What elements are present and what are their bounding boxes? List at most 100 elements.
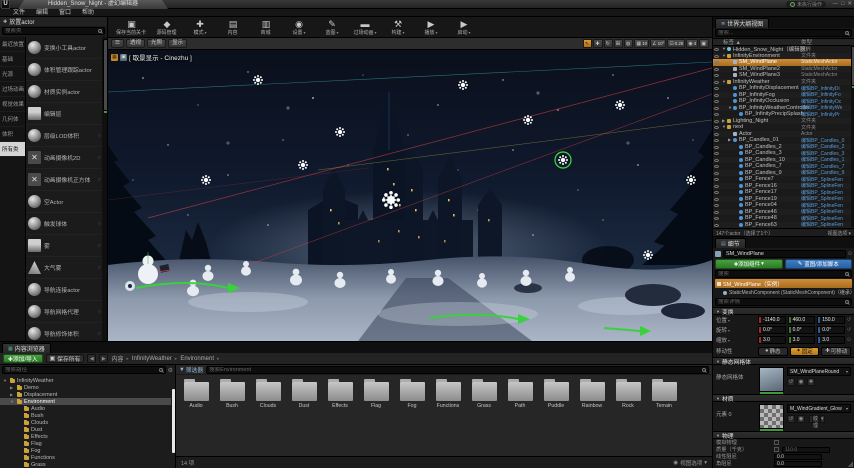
help-icon[interactable]: ○ xyxy=(97,177,101,183)
help-icon[interactable]: ○ xyxy=(97,221,101,227)
visibility-eye-icon[interactable] xyxy=(714,87,719,90)
cine-grid-icon[interactable]: ▦ xyxy=(111,53,118,61)
material-dropdown[interactable]: M_WindGradient_Glow ▾ xyxy=(787,404,851,413)
texture-dropdown[interactable]: 纹理 ▾ xyxy=(809,415,825,429)
dropdown-caret-icon[interactable]: ▾ xyxy=(337,30,339,35)
place-actor-item[interactable]: 导航网格代理 ○ xyxy=(26,301,102,323)
toolbar-button[interactable]: ⚒ 构建 ▾ xyxy=(385,19,411,36)
folder-tree-row[interactable]: Grass xyxy=(0,461,171,468)
place-actor-item[interactable]: 体积管理跟踪actor xyxy=(26,59,102,81)
folder-item[interactable]: Clouds xyxy=(251,379,285,450)
outliner-search[interactable] xyxy=(715,29,852,37)
visibility-eye-icon[interactable] xyxy=(714,132,719,136)
visibility-eye-icon[interactable] xyxy=(714,145,719,149)
help-icon[interactable]: ○ xyxy=(97,309,101,315)
visibility-eye-icon[interactable] xyxy=(714,48,719,51)
place-actors-search-input[interactable] xyxy=(5,28,98,34)
folder-item[interactable]: Terrain xyxy=(647,379,681,450)
gear-icon[interactable]: ⚙ xyxy=(168,367,173,374)
place-actor-item[interactable]: 雾 ○ xyxy=(26,235,102,257)
place-actors-category[interactable]: 所有类 xyxy=(0,142,25,157)
folder-item[interactable]: Bush xyxy=(215,379,249,450)
static-mesh-thumbnail[interactable] xyxy=(759,367,784,394)
back-button[interactable]: ◀ xyxy=(87,354,97,363)
gizmo-button[interactable]: ◉ 4 xyxy=(686,39,699,48)
folder-tree-row[interactable]: Flag xyxy=(0,440,171,447)
visibility-eye-icon[interactable] xyxy=(714,67,719,71)
material-thumbnail[interactable] xyxy=(759,404,784,431)
visibility-eye-icon[interactable] xyxy=(714,171,719,175)
visibility-eye-icon[interactable] xyxy=(714,210,719,214)
folder-item[interactable]: Rock xyxy=(611,379,645,450)
gizmo-button[interactable]: ✚ xyxy=(593,39,603,48)
status-pill[interactable]: 未执行操作 xyxy=(785,1,826,8)
gizmo-button[interactable]: ↻ xyxy=(603,39,613,48)
menu-item[interactable]: 窗口 xyxy=(54,9,76,17)
checkbox[interactable] xyxy=(774,440,779,445)
place-actor-item[interactable]: 材质实例actor xyxy=(26,81,102,103)
path-search-input[interactable] xyxy=(5,367,159,373)
place-actor-item[interactable]: 空Actor xyxy=(26,191,102,213)
y-value-field[interactable]: 460.0 xyxy=(787,316,816,324)
folder-item[interactable]: Audio xyxy=(179,379,213,450)
dropdown-caret-icon[interactable]: ▾ xyxy=(375,30,377,35)
gizmo-button[interactable]: ⊞ xyxy=(613,39,623,48)
components-search[interactable] xyxy=(715,270,852,278)
place-actor-item[interactable]: 触发球体 ○ xyxy=(26,213,102,235)
y-value-field[interactable]: 3.0 xyxy=(787,336,816,344)
viewport-perspective-button[interactable]: 透视 xyxy=(125,39,145,48)
tab-content-browser[interactable]: ▦ 内容浏览器 xyxy=(2,343,51,353)
dropdown-caret-icon[interactable]: ▾ xyxy=(436,30,438,35)
gizmo-button[interactable]: ▣ xyxy=(699,39,709,48)
actor-type[interactable]: StaticMeshActor xyxy=(801,59,850,65)
visibility-eye-icon[interactable] xyxy=(714,191,719,194)
folder-tree-row[interactable]: Functions xyxy=(0,454,171,461)
actor-name-field[interactable]: SM_WindPlane xyxy=(723,249,846,258)
visibility-eye-icon[interactable] xyxy=(714,80,719,84)
toolbar-button[interactable]: ✚ 模式 ▾ xyxy=(187,19,213,36)
visibility-eye-icon[interactable] xyxy=(714,113,719,116)
reset-icon[interactable]: ↺ xyxy=(847,317,851,323)
maximize-button[interactable]: □ xyxy=(841,0,844,9)
static-mesh-dropdown[interactable]: SM_WindPlaneRound ▾ xyxy=(787,367,851,376)
path-search[interactable] xyxy=(2,366,166,374)
z-value-field[interactable]: 3.0 xyxy=(817,336,845,344)
folder-tree-row[interactable]: ▼ Environment xyxy=(0,398,171,405)
add-component-button[interactable]: ✚添加组件 ▾ xyxy=(715,259,783,269)
breadcrumb-item[interactable]: 内容 xyxy=(111,354,123,363)
menu-item[interactable]: 编辑 xyxy=(31,9,53,17)
expand-arrow-icon[interactable]: ▼ xyxy=(10,399,15,405)
asset-search-input[interactable] xyxy=(209,366,702,373)
x-value-field[interactable]: 3.0 xyxy=(758,336,786,344)
help-icon[interactable]: ○ xyxy=(97,243,101,249)
folder-item[interactable]: Effects xyxy=(323,379,357,450)
reset-icon[interactable]: ⊙ xyxy=(847,337,851,343)
dropdown-caret-icon[interactable]: ▾ xyxy=(205,30,207,35)
help-icon[interactable]: ○ xyxy=(97,133,101,139)
place-actors-search[interactable] xyxy=(2,27,105,35)
dropdown-caret-icon[interactable]: ▾ xyxy=(469,30,471,35)
visibility-eye-icon[interactable] xyxy=(714,165,719,168)
breadcrumb-item[interactable]: Environment xyxy=(180,356,214,362)
folder-tree-row[interactable]: ▶ Demo xyxy=(0,384,171,391)
blueprint-add-script-button[interactable]: ✎ 蓝图/添加脚本 xyxy=(784,259,852,269)
menu-item[interactable]: 帮助 xyxy=(77,9,99,17)
visibility-eye-icon[interactable] xyxy=(714,217,719,220)
tree-scrollbar[interactable] xyxy=(172,389,175,453)
browse-icon[interactable]: ◉ xyxy=(797,415,805,423)
folder-item[interactable]: Grass xyxy=(467,379,501,450)
folder-tree-row[interactable]: Fog xyxy=(0,447,171,454)
checkbox[interactable] xyxy=(774,447,779,452)
level-viewport[interactable]: ☰ 透视 光照 显示 ↖ ✚ ↻ ⊞ ◍ ▦ 10 ∠ 10° ⊡ 0.25 ◉… xyxy=(108,38,712,341)
toolbar-button[interactable]: ▶ 启动 ▾ xyxy=(451,19,477,36)
visibility-eye-icon[interactable] xyxy=(714,152,719,155)
minimize-button[interactable]: — xyxy=(833,0,839,9)
asset-search[interactable] xyxy=(206,365,709,374)
section-materials[interactable]: ▼ 材质 xyxy=(713,394,854,403)
folder-item[interactable]: Dust xyxy=(287,379,321,450)
folder-tree-row[interactable]: ▼ InfinityWeather xyxy=(0,377,171,384)
viewport-options-button[interactable]: ☰ xyxy=(111,39,124,48)
mobility-static-button[interactable]: ● 静态 xyxy=(758,346,788,356)
place-actors-category[interactable]: 几何体 xyxy=(0,112,25,127)
folder-item[interactable]: Path xyxy=(503,379,537,450)
